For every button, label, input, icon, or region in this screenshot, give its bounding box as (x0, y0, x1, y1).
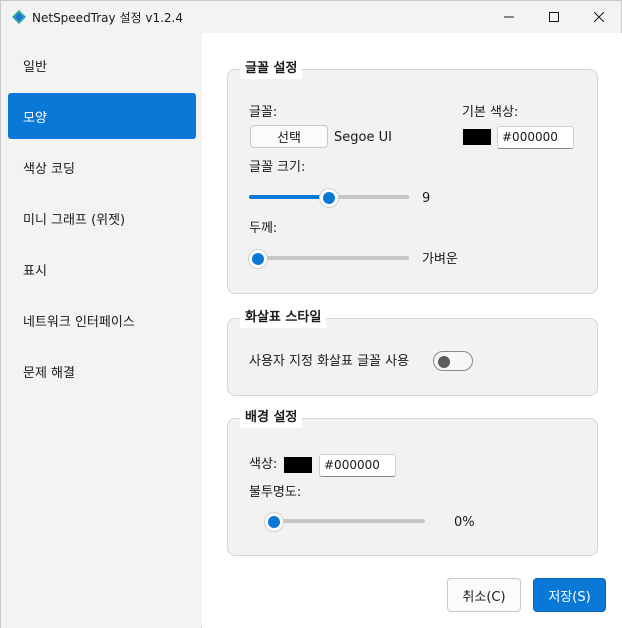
app-icon (12, 10, 26, 24)
settings-content: 글꼴 설정 글꼴: 선택 Segoe UI 기본 색상: #000000 글꼴 … (202, 33, 622, 628)
sidebar-item-troubleshooting[interactable]: 문제 해결 (8, 348, 196, 394)
button-label: 선택 (277, 131, 301, 146)
sidebar-item-network-interfaces[interactable]: 네트워크 인터페이스 (8, 297, 196, 343)
custom-arrow-font-label: 사용자 지정 화살표 글꼴 사용 (249, 354, 410, 369)
background-color-swatch[interactable] (284, 457, 312, 473)
default-color-swatch[interactable] (463, 129, 491, 145)
font-size-value: 9 (422, 191, 431, 206)
font-label: 글꼴: (249, 105, 278, 120)
minimize-button[interactable] (486, 1, 532, 33)
background-color-hex-field[interactable]: #000000 (319, 454, 396, 477)
close-icon (594, 12, 604, 22)
maximize-button[interactable] (531, 1, 577, 33)
sidebar-item-label: 모양 (23, 110, 47, 126)
weight-slider[interactable] (249, 250, 409, 268)
minimize-icon (504, 16, 514, 18)
sidebar-item-label: 색상 코딩 (23, 161, 75, 177)
sidebar-item-general[interactable]: 일반 (8, 42, 196, 88)
opacity-value: 0% (454, 515, 475, 530)
weight-value: 가벼운 (422, 252, 458, 267)
background-color-label: 색상: (249, 457, 278, 472)
toggle-knob (438, 356, 450, 368)
save-button[interactable]: 저장(S) (533, 578, 606, 612)
slider-thumb[interactable] (265, 513, 283, 531)
font-name: Segoe UI (334, 130, 392, 145)
sidebar-item-appearance[interactable]: 모양 (8, 93, 196, 139)
sidebar-item-display[interactable]: 표시 (8, 246, 196, 292)
sidebar-nav: 일반 모양 색상 코딩 미니 그래프 (위젯) 표시 네트워크 인터페이스 문제… (1, 33, 201, 628)
button-label: 저장(S) (548, 589, 591, 605)
slider-fill (249, 195, 329, 199)
group-title: 배경 설정 (240, 408, 303, 428)
custom-arrow-font-toggle[interactable] (433, 351, 473, 371)
font-settings-group: 글꼴 설정 글꼴: 선택 Segoe UI 기본 색상: #000000 글꼴 … (227, 59, 598, 294)
slider-track (265, 519, 425, 523)
background-settings-group: 배경 설정 색상: #000000 불투명도: 0% (227, 408, 598, 556)
slider-thumb[interactable] (249, 250, 267, 268)
slider-track (249, 256, 409, 260)
default-color-label: 기본 색상: (462, 105, 519, 120)
select-font-button[interactable]: 선택 (250, 125, 328, 148)
opacity-label: 불투명도: (249, 485, 302, 500)
sidebar-item-color-coding[interactable]: 색상 코딩 (8, 144, 196, 190)
group-title: 글꼴 설정 (240, 59, 303, 79)
font-size-slider[interactable] (249, 189, 409, 207)
group-title: 화살표 스타일 (240, 308, 327, 328)
weight-label: 두께: (249, 221, 278, 236)
title-bar[interactable]: NetSpeedTray 설정 v1.2.4 (1, 1, 621, 33)
maximize-icon (549, 12, 559, 22)
arrow-style-group: 화살표 스타일 사용자 지정 화살표 글꼴 사용 (227, 308, 598, 396)
sidebar-item-label: 일반 (23, 59, 47, 75)
sidebar-item-label: 미니 그래프 (위젯) (23, 212, 126, 228)
cancel-button[interactable]: 취소(C) (447, 578, 521, 612)
opacity-slider[interactable] (265, 513, 425, 531)
sidebar-item-label: 네트워크 인터페이스 (23, 314, 135, 330)
button-label: 취소(C) (462, 589, 506, 605)
sidebar-item-mini-graph[interactable]: 미니 그래프 (위젯) (8, 195, 196, 241)
sidebar-item-label: 표시 (23, 263, 47, 279)
sidebar-item-label: 문제 해결 (23, 365, 75, 381)
font-size-label: 글꼴 크기: (249, 160, 306, 175)
default-color-hex-field[interactable]: #000000 (497, 126, 574, 149)
close-button[interactable] (576, 1, 622, 33)
window-title: NetSpeedTray 설정 v1.2.4 (32, 11, 183, 25)
slider-thumb[interactable] (320, 189, 338, 207)
settings-window: NetSpeedTray 설정 v1.2.4 일반 모양 색상 코딩 미니 그래… (0, 0, 622, 628)
